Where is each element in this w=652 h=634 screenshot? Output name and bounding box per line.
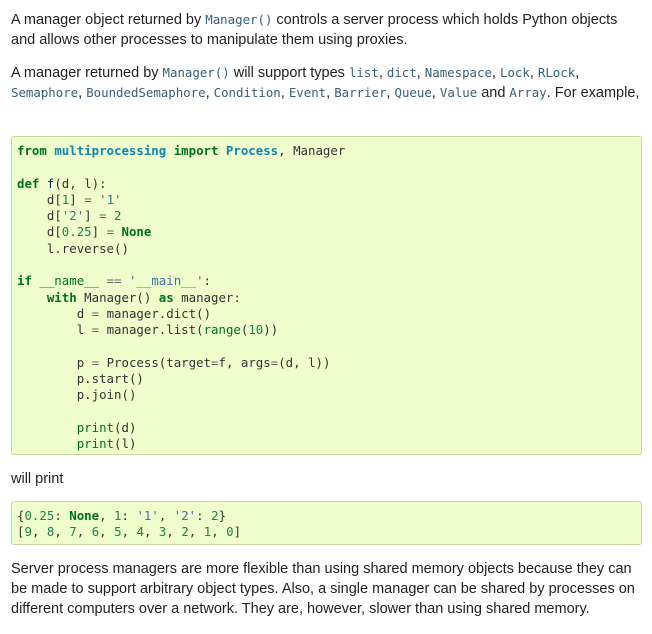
type-link-list[interactable]: list <box>349 65 379 80</box>
types-separator: , <box>205 85 214 101</box>
type-link-namespace[interactable]: Namespace <box>425 65 492 80</box>
closing-paragraph: Server process managers are more flexibl… <box>11 561 635 617</box>
types-end-text: . For example, <box>546 85 640 101</box>
types-separator: , <box>78 85 87 101</box>
output-example: {0.25: None, 1: '1', '2': 2} [9, 8, 7, 6… <box>12 502 641 541</box>
types-separator: , <box>491 65 500 81</box>
manager-ref-link-2[interactable]: Manager() <box>163 65 230 80</box>
types-separator: , <box>326 85 335 101</box>
intro-paragraph: A manager object returned by Manager() c… <box>11 10 643 50</box>
types-separator: , <box>431 85 440 101</box>
type-link-lock[interactable]: Lock <box>500 65 530 80</box>
output-line: [9, 8, 7, 6, 5, 4, 3, 2, 1, 0] <box>17 524 242 540</box>
code-line: if __name__ == '__main__': <box>17 273 212 289</box>
doc-page: A manager object returned by Manager() c… <box>0 0 652 634</box>
code-line: l.reverse() <box>46 240 129 256</box>
will-print-label: will print <box>11 471 64 487</box>
code-line: l = manager.list(range(10)) <box>76 322 279 338</box>
type-link-dict[interactable]: dict <box>387 65 417 80</box>
type-link-event[interactable]: Event <box>289 85 326 100</box>
output-block: {0.25: None, 1: '1', '2': 2} [9, 8, 7, 6… <box>11 501 642 545</box>
types-separator: , <box>280 85 289 101</box>
supported-types-paragraph: A manager returned by Manager() will sup… <box>11 63 643 103</box>
code-line: d[1] = '1' <box>46 191 122 207</box>
types-separator: , <box>416 65 425 81</box>
type-link-queue[interactable]: Queue <box>394 85 431 100</box>
code-example: from multiprocessing import Process, Man… <box>12 137 641 453</box>
code-example-block: from multiprocessing import Process, Man… <box>11 136 642 455</box>
code-line: p.start() <box>76 371 144 387</box>
type-link-boundedsemaphore[interactable]: BoundedSemaphore <box>86 85 205 100</box>
code-line: d[0.25] = None <box>46 224 152 240</box>
code-line: print(d) <box>76 420 137 436</box>
code-line: print(l) <box>76 436 137 452</box>
types-intro-text: A manager returned by <box>11 65 163 81</box>
types-separator: , <box>575 65 580 81</box>
type-link-array[interactable]: Array <box>509 85 546 100</box>
code-line: def f(d, l): <box>17 175 107 191</box>
code-line: p = Process(target=f, args=(d, l)) <box>76 354 331 370</box>
types-separator: , <box>529 65 538 81</box>
code-line: with Manager() as manager: <box>46 289 241 305</box>
type-link-rlock[interactable]: RLock <box>538 65 575 80</box>
type-link-value[interactable]: Value <box>440 85 477 100</box>
output-line: {0.25: None, 1: '1', '2': 2} <box>17 508 227 523</box>
code-line: d['2'] = 2 <box>46 208 122 224</box>
intro-text-before: A manager object returned by <box>11 12 206 28</box>
type-link-condition[interactable]: Condition <box>214 85 281 100</box>
types-mid-text: will support types <box>229 65 349 81</box>
code-line: p.join() <box>76 387 137 403</box>
type-link-barrier[interactable]: Barrier <box>334 85 386 100</box>
code-line: from multiprocessing import Process, Man… <box>17 143 346 158</box>
type-link-semaphore[interactable]: Semaphore <box>11 85 78 100</box>
types-separator: and <box>477 85 510 101</box>
types-separator: , <box>378 65 387 81</box>
code-line: d = manager.dict() <box>76 305 212 321</box>
manager-ref-link[interactable]: Manager() <box>205 12 272 27</box>
